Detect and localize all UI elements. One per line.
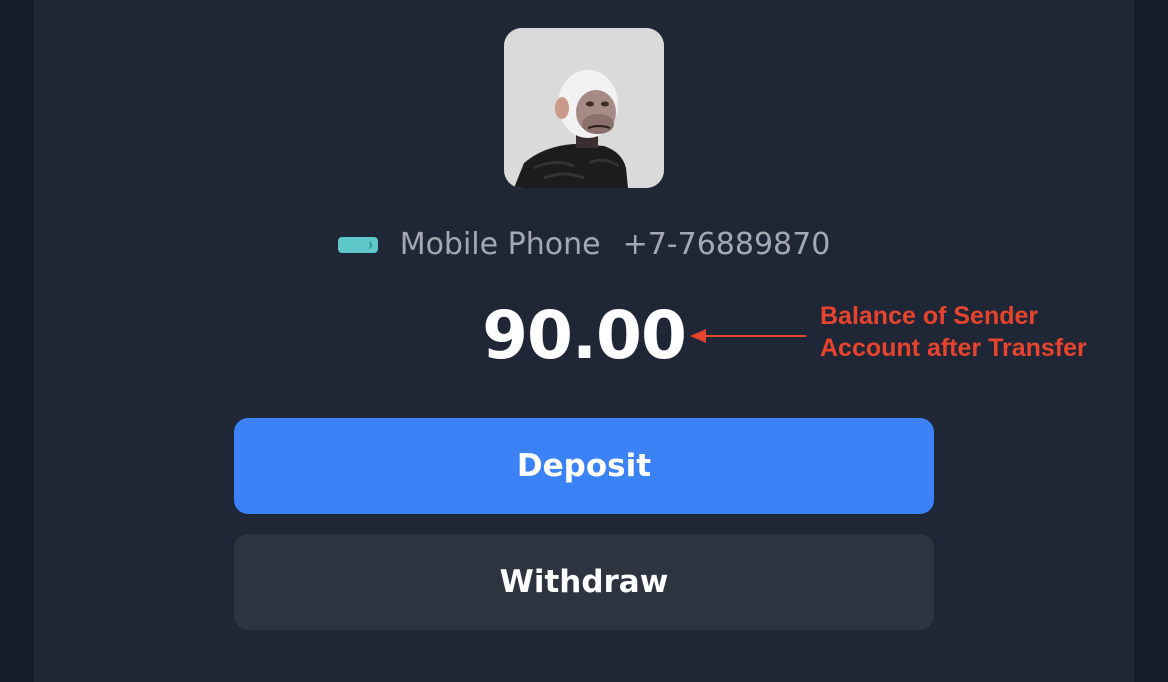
- ape-avatar-icon: [504, 28, 664, 188]
- deposit-button[interactable]: Deposit: [234, 418, 934, 514]
- card-nfc-icon: [337, 237, 378, 253]
- avatar: [504, 28, 664, 188]
- arrow-left-icon: [690, 329, 806, 343]
- withdraw-button[interactable]: Withdraw: [234, 534, 934, 630]
- phone-row: Mobile Phone +7-76889870: [0, 222, 1168, 266]
- annotation-note: Balance of Sender Account after Transfer: [820, 300, 1087, 364]
- annotation-line-1: Balance of Sender: [820, 302, 1039, 330]
- phone-number: +7-76889870: [622, 226, 831, 262]
- phone-label: Mobile Phone: [399, 226, 601, 262]
- annotation-line-2: Account after Transfer: [820, 334, 1087, 362]
